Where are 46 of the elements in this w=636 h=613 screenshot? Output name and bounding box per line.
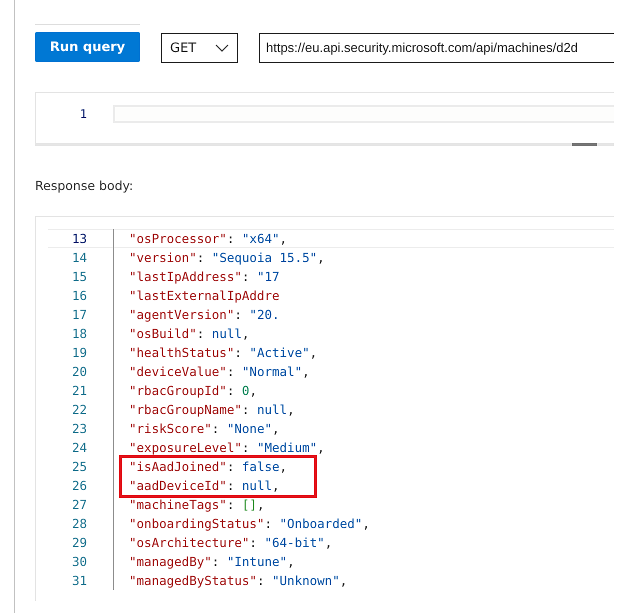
code-line: "version": "Sequoia 15.5", bbox=[113, 248, 325, 267]
code-line: "lastIpAddress": "17 bbox=[113, 267, 280, 286]
method-dropdown[interactable]: GET bbox=[161, 33, 238, 63]
line-number: 29 bbox=[70, 535, 87, 550]
code-line: "riskScore": "None", bbox=[113, 419, 280, 438]
code-line: "rbacGroupId": 0, bbox=[113, 381, 257, 400]
code-line: "osBuild": null, bbox=[113, 324, 250, 343]
line-number: 18 bbox=[70, 326, 87, 341]
line-number: 24 bbox=[70, 440, 87, 455]
code-line: "osProcessor": "x64", bbox=[113, 229, 288, 248]
line-number: 15 bbox=[70, 269, 87, 284]
chevron-down-icon bbox=[215, 44, 229, 52]
line-number: 26 bbox=[70, 478, 87, 493]
code-line: "agentVersion": "20. bbox=[113, 305, 280, 324]
line-number: 16 bbox=[70, 288, 87, 303]
code-line: "onboardingStatus": "Onboarded", bbox=[113, 514, 370, 533]
line-number: 23 bbox=[70, 421, 87, 436]
response-body-label: Response body: bbox=[35, 178, 134, 193]
request-editor[interactable]: 1 bbox=[35, 92, 614, 146]
line-number: 27 bbox=[70, 497, 87, 512]
line-number: 17 bbox=[70, 307, 87, 322]
code-line: "healthStatus": "Active", bbox=[113, 343, 318, 362]
line-number: 28 bbox=[70, 516, 87, 531]
line-number: 22 bbox=[70, 402, 87, 417]
code-line: "exposureLevel": "Medium", bbox=[113, 438, 325, 457]
code-line: "managedBy": "Intune", bbox=[113, 552, 295, 571]
scrollbar-thumb[interactable] bbox=[572, 143, 597, 146]
code-line: "machineTags": [], bbox=[113, 495, 264, 514]
line-number: 31 bbox=[70, 573, 87, 588]
code-line: "lastExternalIpAddre bbox=[113, 286, 280, 305]
line-number: 30 bbox=[70, 554, 87, 569]
line-number: 13 bbox=[70, 231, 87, 246]
line-number: 21 bbox=[70, 383, 87, 398]
code-line: "managedByStatus": "Unknown", bbox=[113, 571, 348, 590]
line-number: 1 bbox=[78, 107, 87, 121]
code-line: "osArchitecture": "64-bit", bbox=[113, 533, 332, 552]
line-number: 14 bbox=[70, 250, 87, 265]
line-number: 20 bbox=[70, 364, 87, 379]
code-line: "isAadJoined": false, bbox=[113, 457, 288, 476]
line-number: 19 bbox=[70, 345, 87, 360]
code-line: "aadDeviceId": null, bbox=[113, 476, 280, 495]
code-line: "deviceValue": "Normal", bbox=[113, 362, 310, 381]
line-number: 25 bbox=[70, 459, 87, 474]
code-line: "rbacGroupName": null, bbox=[113, 400, 295, 419]
run-query-button[interactable]: Run query bbox=[35, 32, 140, 62]
url-field[interactable]: https://eu.api.security.microsoft.com/api/machines/d2d bbox=[259, 33, 614, 63]
